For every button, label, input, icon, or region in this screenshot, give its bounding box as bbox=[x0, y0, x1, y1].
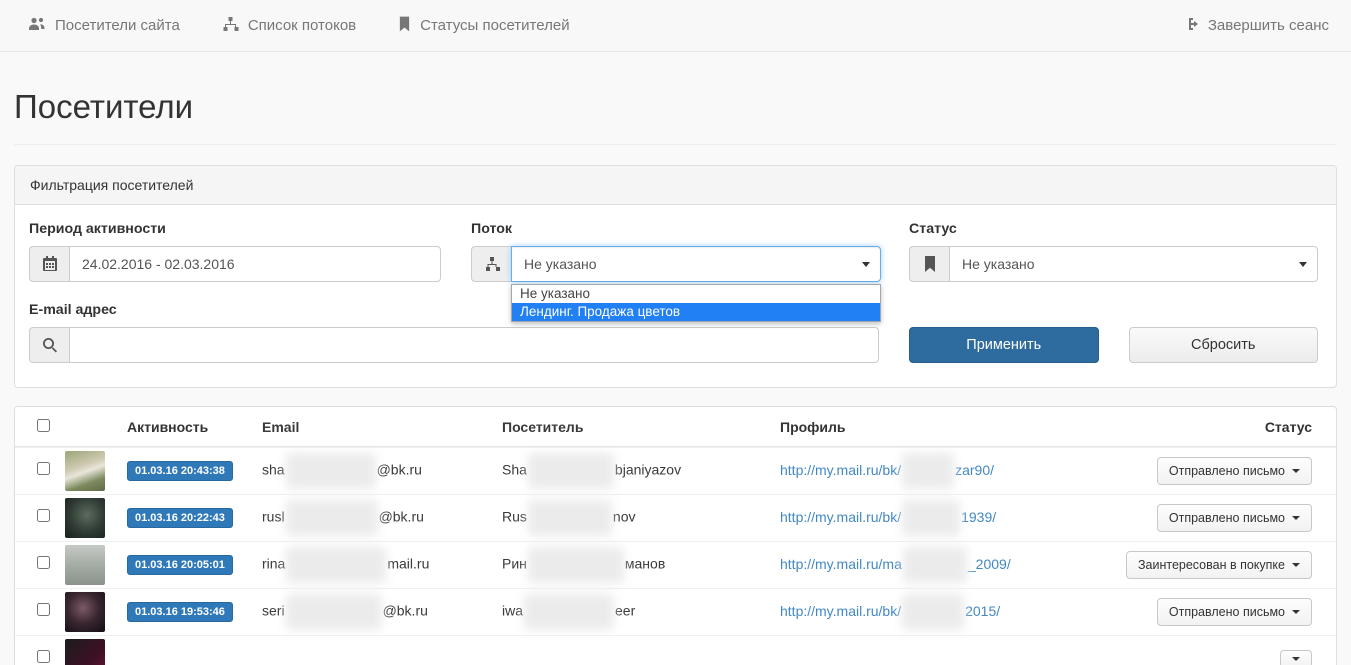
sitemap-icon bbox=[471, 246, 511, 282]
status-dropdown-button[interactable] bbox=[1280, 650, 1312, 665]
censored-blur bbox=[286, 453, 376, 489]
censored-blur bbox=[528, 500, 612, 536]
email-cell: sha@bk.ru bbox=[262, 453, 502, 489]
nav-item-bookmark[interactable]: Статусы посетителей bbox=[398, 16, 569, 36]
caret-down-icon bbox=[1292, 610, 1300, 614]
activity-badge: 01.03.16 20:43:38 bbox=[127, 461, 233, 481]
bookmark-icon bbox=[909, 246, 949, 282]
table-header-row: Активность Email Посетитель Профиль Стат… bbox=[15, 407, 1336, 447]
status-select[interactable]: Не указано bbox=[949, 246, 1318, 282]
avatar bbox=[65, 451, 105, 491]
caret-down-icon bbox=[1292, 516, 1300, 520]
table-row: 01.03.16 20:43:38 sha@bk.ru Shabjaniyazo… bbox=[15, 447, 1336, 494]
header-activity: Активность bbox=[127, 419, 262, 435]
header-profile: Профиль bbox=[780, 419, 1126, 435]
stream-option[interactable]: Не указано bbox=[512, 285, 880, 303]
search-icon bbox=[29, 327, 69, 363]
stream-label: Поток bbox=[471, 221, 881, 237]
header-email: Email bbox=[262, 419, 502, 435]
page-title: Посетители bbox=[14, 88, 1337, 126]
bookmark-icon bbox=[398, 16, 411, 36]
avatar bbox=[65, 592, 105, 632]
table-row: 01.03.16 20:05:01 rinamail.ru Ринманов h… bbox=[15, 541, 1336, 588]
period-label: Период активности bbox=[29, 221, 441, 237]
caret-down-icon bbox=[1292, 469, 1300, 473]
censored-blur bbox=[528, 453, 614, 489]
table-row: 01.03.16 20:22:43 rusl@bk.ru Rusnov http… bbox=[15, 494, 1336, 541]
chevron-down-icon bbox=[1299, 262, 1307, 267]
stream-dropdown-list: Не указаноЛендинг. Продажа цветов bbox=[511, 284, 881, 322]
status-dropdown-button[interactable]: Отправлено письмо bbox=[1157, 504, 1312, 532]
visitor-cell: Ринманов bbox=[502, 547, 780, 583]
censored-blur bbox=[286, 500, 378, 536]
nav-item-sitemap[interactable]: Список потоков bbox=[222, 16, 356, 36]
activity-badge: 01.03.16 20:05:01 bbox=[127, 555, 233, 575]
row-checkbox[interactable] bbox=[37, 462, 50, 475]
visitor-cell: iwaeer bbox=[502, 594, 780, 630]
status-label: Статус bbox=[909, 221, 1318, 237]
avatar bbox=[65, 545, 105, 585]
status-dropdown-button[interactable]: Заинтересован в покупке bbox=[1126, 551, 1312, 579]
censored-blur bbox=[286, 594, 382, 630]
sign-out-icon bbox=[1183, 16, 1199, 36]
reset-button[interactable]: Сбросить bbox=[1129, 327, 1319, 363]
nav-item-users[interactable]: Посетители сайта bbox=[28, 16, 180, 36]
apply-button[interactable]: Применить bbox=[909, 327, 1099, 363]
email-cell: rinamail.ru bbox=[262, 547, 502, 583]
activity-badge: 01.03.16 20:22:43 bbox=[127, 508, 233, 528]
nav-menu: Посетители сайта Список потоков Статусы … bbox=[28, 16, 570, 36]
status-dropdown-button[interactable]: Отправлено письмо bbox=[1157, 598, 1312, 626]
profile-link[interactable]: http://my.mail.ru/bk/zar90/ bbox=[780, 462, 994, 478]
email-cell: rusl@bk.ru bbox=[262, 500, 502, 536]
stream-option[interactable]: Лендинг. Продажа цветов bbox=[512, 303, 880, 321]
row-checkbox[interactable] bbox=[37, 603, 50, 616]
profile-link[interactable]: http://my.mail.ru/bk/2015/ bbox=[780, 603, 1000, 619]
row-checkbox[interactable] bbox=[37, 556, 50, 569]
profile-link[interactable]: http://my.mail.ru/ma_2009/ bbox=[780, 556, 1011, 572]
calendar-icon bbox=[29, 246, 69, 282]
visitor-cell: Shabjaniyazov bbox=[502, 453, 780, 489]
header-visitor: Посетитель bbox=[502, 419, 780, 435]
profile-link[interactable]: http://my.mail.ru/bk/1939/ bbox=[780, 509, 996, 525]
visitor-cell: Rusnov bbox=[502, 500, 780, 536]
top-navbar: Посетители сайта Список потоков Статусы … bbox=[0, 0, 1351, 52]
avatar bbox=[65, 639, 105, 665]
table-row-partial bbox=[15, 635, 1336, 665]
caret-down-icon bbox=[1292, 657, 1300, 661]
avatar bbox=[65, 498, 105, 538]
page-header: Посетители bbox=[14, 52, 1337, 145]
header-status: Статус bbox=[1126, 419, 1336, 435]
email-cell: seri@bk.ru bbox=[262, 594, 502, 630]
censored-blur bbox=[902, 500, 960, 536]
filter-panel-title: Фильтрация посетителей bbox=[15, 166, 1336, 205]
censored-blur bbox=[903, 547, 967, 583]
row-checkbox[interactable] bbox=[37, 650, 50, 663]
logout-label: Завершить сеанс bbox=[1208, 17, 1329, 34]
status-dropdown-button[interactable]: Отправлено письмо bbox=[1157, 457, 1312, 485]
period-input[interactable] bbox=[69, 246, 441, 282]
visitors-table: Активность Email Посетитель Профиль Стат… bbox=[14, 406, 1337, 665]
row-checkbox[interactable] bbox=[37, 509, 50, 522]
status-select-value: Не указано bbox=[962, 256, 1035, 272]
censored-blur bbox=[286, 547, 386, 583]
stream-select[interactable]: Не указано bbox=[511, 246, 881, 282]
censored-blur bbox=[902, 453, 954, 489]
logout-button[interactable]: Завершить сеанс bbox=[1183, 16, 1329, 36]
filter-panel: Фильтрация посетителей Период активности… bbox=[14, 165, 1337, 388]
select-all-checkbox[interactable] bbox=[37, 419, 50, 432]
table-row: 01.03.16 19:53:46 seri@bk.ru iwaeer http… bbox=[15, 588, 1336, 635]
email-input[interactable] bbox=[69, 327, 879, 363]
censored-blur bbox=[524, 594, 614, 630]
censored-blur bbox=[528, 547, 624, 583]
activity-badge: 01.03.16 19:53:46 bbox=[127, 602, 233, 622]
caret-down-icon bbox=[1292, 563, 1300, 567]
sitemap-icon bbox=[222, 16, 239, 36]
users-icon bbox=[28, 16, 46, 36]
chevron-down-icon bbox=[862, 262, 870, 267]
stream-select-value: Не указано bbox=[524, 256, 597, 272]
censored-blur bbox=[902, 594, 964, 630]
